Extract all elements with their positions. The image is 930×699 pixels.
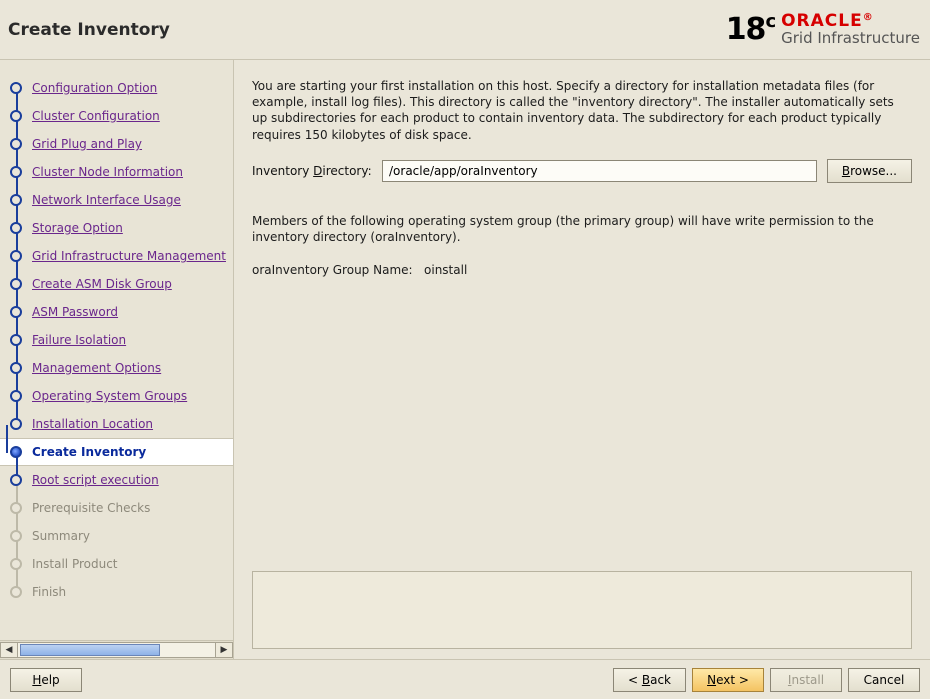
step-label[interactable]: Create Inventory xyxy=(32,445,146,459)
step-bullet-icon xyxy=(10,390,22,402)
permission-text: Members of the following operating syste… xyxy=(252,213,912,245)
inventory-directory-input[interactable] xyxy=(382,160,817,182)
step-label[interactable]: Root script execution xyxy=(32,473,159,487)
step-bullet-icon xyxy=(10,362,22,374)
scroll-right-button[interactable]: ▶ xyxy=(215,642,233,658)
sidebar-hscrollbar[interactable]: ◀ ▶ xyxy=(0,640,233,659)
step-bullet-icon xyxy=(10,446,22,458)
sidebar: Configuration Option Cluster Configuratio… xyxy=(0,60,234,659)
wizard-step[interactable]: Installation Location xyxy=(10,410,233,438)
footer: Help < Back Next > Install Cancel xyxy=(0,659,930,699)
help-button[interactable]: Help xyxy=(10,668,82,692)
step-label[interactable]: Storage Option xyxy=(32,221,123,235)
step-bullet-icon xyxy=(10,418,22,430)
step-label[interactable]: Cluster Node Information xyxy=(32,165,183,179)
step-label[interactable]: Management Options xyxy=(32,361,161,375)
wizard-step[interactable]: Cluster Node Information xyxy=(10,158,233,186)
scroll-track[interactable] xyxy=(18,642,215,658)
step-bullet-icon xyxy=(10,474,22,486)
back-button[interactable]: < Back xyxy=(613,668,686,692)
step-label: Summary xyxy=(32,529,90,543)
brand-product: Grid Infrastructure xyxy=(781,31,920,47)
step-bullet-icon xyxy=(10,166,22,178)
intro-text: You are starting your first installation… xyxy=(252,78,912,143)
wizard-step: Summary xyxy=(10,522,233,550)
step-bullet-icon xyxy=(10,502,22,514)
header: Create Inventory 18c ORACLE® Grid Infras… xyxy=(0,0,930,60)
step-label[interactable]: Failure Isolation xyxy=(32,333,126,347)
wizard-step[interactable]: Cluster Configuration xyxy=(10,102,233,130)
step-bullet-icon xyxy=(10,558,22,570)
brand-oracle: ORACLE® xyxy=(781,13,920,31)
step-bullet-icon xyxy=(10,278,22,290)
step-bullet-icon xyxy=(10,110,22,122)
step-bullet-icon xyxy=(10,530,22,542)
step-bullet-icon xyxy=(10,82,22,94)
scroll-left-button[interactable]: ◀ xyxy=(0,642,18,658)
wizard-step[interactable]: Operating System Groups xyxy=(10,382,233,410)
brand-version: 18c xyxy=(726,15,775,45)
step-bullet-icon xyxy=(10,250,22,262)
step-label[interactable]: Installation Location xyxy=(32,417,153,431)
step-label: Prerequisite Checks xyxy=(32,501,150,515)
step-bullet-icon xyxy=(10,334,22,346)
step-label[interactable]: Configuration Option xyxy=(32,81,157,95)
browse-button[interactable]: Browse... xyxy=(827,159,912,183)
wizard-step[interactable]: Root script execution xyxy=(10,466,233,494)
wizard-step: Prerequisite Checks xyxy=(10,494,233,522)
wizard-step[interactable]: Management Options xyxy=(10,354,233,382)
wizard-step[interactable]: Configuration Option xyxy=(10,74,233,102)
wizard-step[interactable]: Create Inventory xyxy=(0,438,233,466)
step-label: Install Product xyxy=(32,557,118,571)
wizard-step[interactable]: Storage Option xyxy=(10,214,233,242)
brand-block: 18c ORACLE® Grid Infrastructure xyxy=(726,13,920,47)
step-bullet-icon xyxy=(10,586,22,598)
step-label[interactable]: Network Interface Usage xyxy=(32,193,181,207)
step-bullet-icon xyxy=(10,222,22,234)
step-label[interactable]: Create ASM Disk Group xyxy=(32,277,172,291)
wizard-step[interactable]: Grid Plug and Play xyxy=(10,130,233,158)
cancel-button[interactable]: Cancel xyxy=(848,668,920,692)
wizard-step[interactable]: Network Interface Usage xyxy=(10,186,233,214)
step-bullet-icon xyxy=(10,194,22,206)
message-area xyxy=(252,571,912,649)
wizard-step[interactable]: Grid Infrastructure Management xyxy=(10,242,233,270)
step-label[interactable]: ASM Password xyxy=(32,305,118,319)
wizard-step: Install Product xyxy=(10,550,233,578)
install-button: Install xyxy=(770,668,842,692)
step-label[interactable]: Grid Infrastructure Management xyxy=(32,249,226,263)
step-label[interactable]: Grid Plug and Play xyxy=(32,137,142,151)
main-content: You are starting your first installation… xyxy=(234,60,930,659)
step-label[interactable]: Operating System Groups xyxy=(32,389,187,403)
page-title: Create Inventory xyxy=(8,20,170,40)
wizard-step[interactable]: ASM Password xyxy=(10,298,233,326)
wizard-step: Finish xyxy=(10,578,233,606)
orainventory-group-label: oraInventory Group Name: xyxy=(252,263,413,277)
inventory-directory-label: Inventory Directory: xyxy=(252,164,382,178)
step-bullet-icon xyxy=(10,306,22,318)
orainventory-group-row: oraInventory Group Name: oinstall xyxy=(252,263,912,277)
orainventory-group-value: oinstall xyxy=(424,263,467,277)
wizard-step[interactable]: Create ASM Disk Group xyxy=(10,270,233,298)
step-label: Finish xyxy=(32,585,66,599)
next-button[interactable]: Next > xyxy=(692,668,764,692)
scroll-thumb[interactable] xyxy=(20,644,160,656)
step-label[interactable]: Cluster Configuration xyxy=(32,109,160,123)
installer-window: Create Inventory 18c ORACLE® Grid Infras… xyxy=(0,0,930,699)
step-bullet-icon xyxy=(10,138,22,150)
wizard-steps: Configuration Option Cluster Configuratio… xyxy=(0,60,233,640)
wizard-step[interactable]: Failure Isolation xyxy=(10,326,233,354)
inventory-directory-row: Inventory Directory: Browse... xyxy=(252,159,912,183)
